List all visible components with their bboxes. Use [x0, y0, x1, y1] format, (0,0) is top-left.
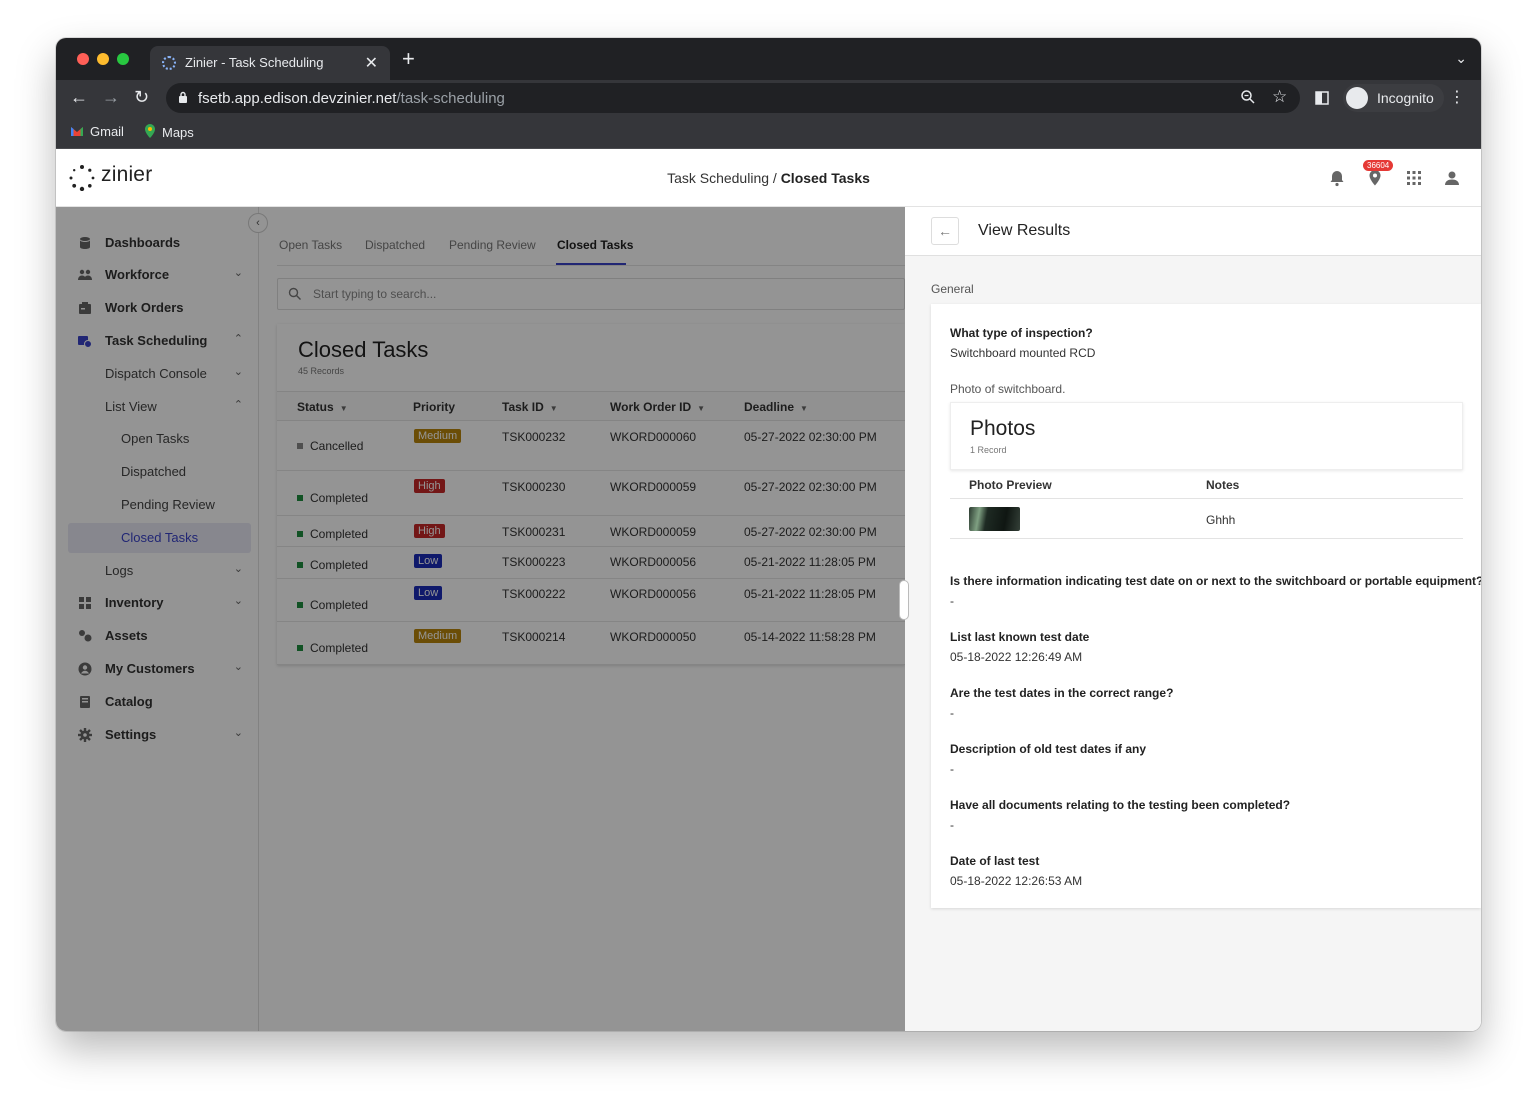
app-header: zinier Task Scheduling / Closed Tasks 36…	[56, 149, 1481, 207]
section-label-general: General	[931, 282, 974, 296]
location-pin-icon[interactable]	[1366, 169, 1384, 187]
question-test-date-range: Are the test dates in the correct range?	[950, 686, 1174, 700]
address-bar[interactable]: fsetb.app.edison.devzinier.net/task-sche…	[166, 83, 1300, 113]
close-tab-icon[interactable]: ✕	[365, 53, 378, 73]
answer-test-date-range: -	[950, 706, 954, 720]
panel-title: View Results	[978, 222, 1071, 239]
photos-table: Photos 1 Record Photo Preview Notes Ghhh	[950, 402, 1463, 539]
question-photo: Photo of switchboard.	[950, 382, 1066, 396]
results-card: What type of inspection? Switchboard mou…	[931, 304, 1481, 908]
photo-thumbnail[interactable]	[969, 507, 1020, 531]
answer-last-known-test-date: 05-18-2022 12:26:49 AM	[950, 650, 1083, 664]
bookmarks-bar: Gmail Maps	[56, 116, 1481, 149]
gmail-icon	[71, 127, 83, 136]
bookmark-gmail[interactable]: Gmail	[70, 124, 124, 139]
incognito-profile-button[interactable]: Incognito	[1343, 84, 1444, 112]
zinier-favicon-icon	[162, 56, 176, 70]
browser-tab[interactable]: Zinier - Task Scheduling ✕	[150, 46, 390, 80]
incognito-label: Incognito	[1377, 90, 1434, 106]
panel-header: ← View Results	[905, 207, 1481, 256]
reload-icon[interactable]: ↻	[134, 86, 149, 108]
question-date-of-last-test: Date of last test	[950, 854, 1040, 868]
column-header-photo-preview: Photo Preview	[969, 478, 1052, 492]
notification-badge: 36604	[1363, 160, 1394, 171]
incognito-icon	[1346, 87, 1368, 109]
browser-window: Zinier - Task Scheduling ✕ + ⌄ ← → ↻ fse…	[56, 38, 1481, 1031]
browser-tab-title: Zinier - Task Scheduling	[185, 55, 324, 70]
breadcrumb-parent[interactable]: Task Scheduling /	[667, 170, 777, 186]
breadcrumb: Task Scheduling / Closed Tasks	[56, 170, 1481, 186]
tab-search-icon[interactable]: ⌄	[1455, 50, 1467, 67]
answer-documents-completed: -	[950, 818, 954, 832]
answer-date-of-last-test: 05-18-2022 12:26:53 AM	[950, 874, 1083, 888]
url-text: fsetb.app.edison.devzinier.net/task-sche…	[198, 90, 505, 107]
zoom-icon[interactable]	[1240, 89, 1256, 105]
tab-strip: Zinier - Task Scheduling ✕ + ⌄	[56, 38, 1481, 80]
photos-header: Photos 1 Record	[950, 402, 1463, 470]
breadcrumb-current: Closed Tasks	[780, 170, 870, 186]
panel-resize-handle[interactable]	[899, 580, 909, 620]
question-test-date-info: Is there information indicating test dat…	[950, 574, 1481, 588]
browser-toolbar: ← → ↻ fsetb.app.edison.devzinier.net/tas…	[56, 80, 1481, 116]
question-inspection-type: What type of inspection?	[950, 326, 1093, 340]
modal-overlay[interactable]	[56, 207, 905, 1031]
photo-note: Ghhh	[1206, 513, 1236, 527]
maps-pin-icon	[145, 124, 155, 138]
app-root: zinier Task Scheduling / Closed Tasks 36…	[56, 149, 1481, 1031]
photos-count: 1 Record	[970, 445, 1007, 455]
answer-old-test-dates: -	[950, 762, 954, 776]
question-last-known-test-date: List last known test date	[950, 630, 1090, 644]
user-icon[interactable]	[1443, 169, 1461, 187]
apps-grid-icon[interactable]	[1405, 169, 1423, 187]
back-arrow-icon[interactable]: ←	[931, 217, 959, 245]
close-window-button[interactable]	[77, 53, 89, 65]
minimize-window-button[interactable]	[97, 53, 109, 65]
forward-arrow-icon[interactable]: →	[102, 86, 120, 108]
new-tab-icon[interactable]: +	[402, 48, 415, 70]
bell-icon[interactable]	[1328, 169, 1346, 187]
bookmark-maps[interactable]: Maps	[144, 124, 194, 140]
side-panel-icon[interactable]	[1315, 91, 1329, 105]
question-documents-completed: Have all documents relating to the testi…	[950, 798, 1291, 812]
back-arrow-icon[interactable]: ←	[70, 86, 88, 108]
question-old-test-dates: Description of old test dates if any	[950, 742, 1147, 756]
photos-column-header-row: Photo Preview Notes	[950, 470, 1463, 499]
maximize-window-button[interactable]	[117, 53, 129, 65]
view-results-panel: ← View Results General What type of insp…	[905, 207, 1481, 1031]
photos-title: Photos	[970, 417, 1036, 440]
column-header-notes: Notes	[1206, 478, 1240, 492]
answer-test-date-info: -	[950, 594, 954, 608]
bookmark-star-icon[interactable]: ☆	[1272, 87, 1287, 107]
lock-icon	[179, 91, 187, 103]
browser-menu-icon[interactable]: ⋮	[1449, 87, 1465, 107]
answer-inspection-type: Switchboard mounted RCD	[950, 346, 1096, 360]
